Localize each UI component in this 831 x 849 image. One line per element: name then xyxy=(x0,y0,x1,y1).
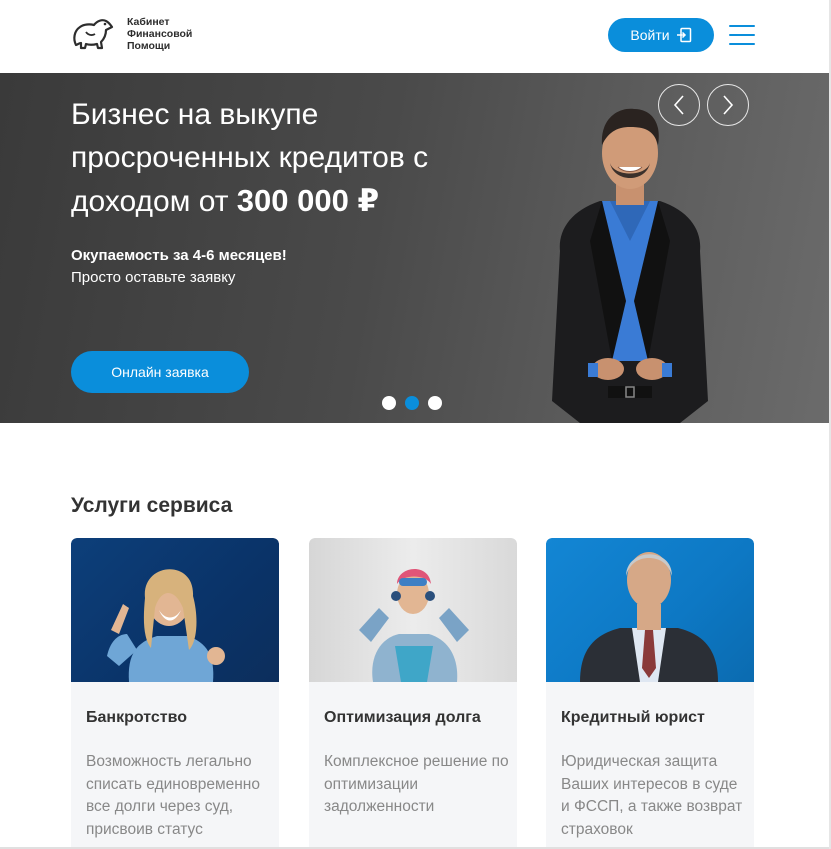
online-application-button[interactable]: Онлайн заявка xyxy=(71,351,249,393)
card-title: Банкротство xyxy=(86,709,187,726)
card-image xyxy=(546,538,754,682)
service-card-credit-lawyer[interactable]: Кредитный юрист Юридическая защита Ваших… xyxy=(546,538,754,849)
slider-next-button[interactable] xyxy=(707,84,749,126)
chevron-left-icon xyxy=(673,95,684,115)
slider-dot-active[interactable] xyxy=(405,396,419,410)
menu-icon[interactable] xyxy=(729,25,755,45)
hero-title-line: Бизнес на выкупе xyxy=(71,98,319,131)
slider-dot[interactable] xyxy=(382,396,396,410)
card-image xyxy=(71,538,279,682)
login-button[interactable]: Войти xyxy=(608,18,714,52)
hero-subtitle: Просто оставьте заявку xyxy=(71,269,236,286)
service-card-bankruptcy[interactable]: Банкротство Возможность легально списать… xyxy=(71,538,279,849)
hero-title-line: доходом от 300 000 ₽ xyxy=(71,179,491,223)
site-header: Кабинет Финансовой Помощи Войти xyxy=(0,0,829,73)
services-title: Услуги сервиса xyxy=(71,494,233,517)
login-icon xyxy=(676,27,691,43)
hero-title-prefix: доходом от xyxy=(71,185,237,218)
chevron-right-icon xyxy=(723,95,734,115)
service-card-debt-optimization[interactable]: Оптимизация долга Комплексное решение по… xyxy=(309,538,517,849)
card-title: Кредитный юрист xyxy=(561,709,705,726)
slider-prev-button[interactable] xyxy=(658,84,700,126)
logo-text: Кабинет Финансовой Помощи xyxy=(127,16,192,52)
hero-title: Бизнес на выкупе просроченных кредитов с… xyxy=(71,93,491,223)
slider-dot[interactable] xyxy=(428,396,442,410)
logo[interactable]: Кабинет Финансовой Помощи xyxy=(70,15,192,53)
card-image xyxy=(309,538,517,682)
woman-pointing-image xyxy=(107,569,225,682)
hero-title-line: просроченных кредитов с xyxy=(71,141,429,174)
hero-subtitle-bold: Окупаемость за 4-6 месяцев! xyxy=(71,247,287,264)
hero-title-amount: 300 000 ₽ xyxy=(236,183,380,218)
card-text: Юридическая защита Ваших интересов в суд… xyxy=(561,753,743,838)
lawyer-image xyxy=(580,552,718,682)
page: Кабинет Финансовой Помощи Войти Бизнес н… xyxy=(0,0,831,849)
logo-line: Помощи xyxy=(127,40,171,52)
slider-dots xyxy=(382,396,442,410)
card-text: Возможность легально списать единовремен… xyxy=(86,753,260,838)
logo-line: Кабинет xyxy=(127,16,170,28)
card-title: Оптимизация долга xyxy=(324,709,481,726)
businessman-image xyxy=(552,108,708,423)
hero-slider: Бизнес на выкупе просроченных кредитов с… xyxy=(0,73,829,423)
logo-line: Финансовой xyxy=(127,28,193,40)
login-button-label: Войти xyxy=(630,27,670,43)
card-text: Комплексное решение по оптимизации задол… xyxy=(324,753,509,815)
bear-logo-icon xyxy=(73,19,114,50)
woman-headphones-image xyxy=(359,568,469,682)
